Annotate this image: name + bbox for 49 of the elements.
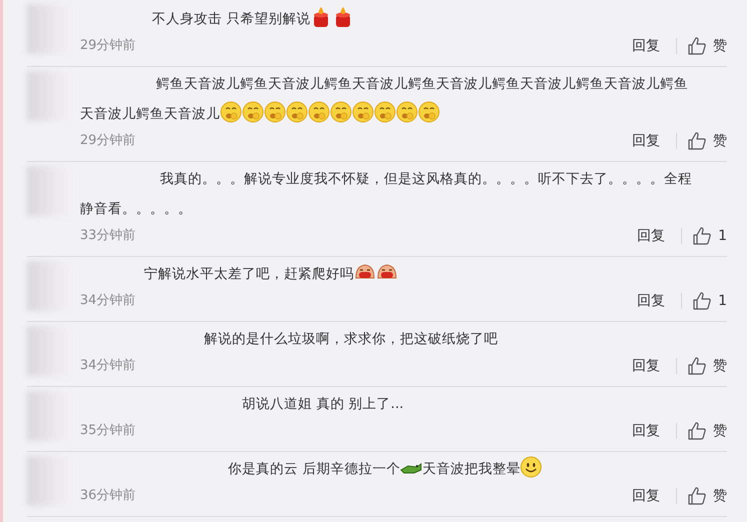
comment-text: 胡说八道姐 真的 别上了...: [242, 396, 404, 412]
yawning-face-icon: [330, 101, 352, 123]
comment-text: 你是真的云 后期辛德拉一个: [228, 461, 400, 477]
like-button[interactable]: 赞: [687, 420, 727, 442]
comment-time: 35分钟前: [80, 422, 136, 440]
comment-time: 36分钟前: [80, 487, 136, 506]
reply-link[interactable]: 回复: [632, 420, 660, 442]
thumbs-up-icon: [687, 36, 707, 56]
comment-time: 34分钟前: [80, 357, 136, 376]
reply-link[interactable]: 回复: [632, 36, 660, 56]
comment-time: 34分钟前: [80, 292, 136, 310]
like-button[interactable]: 赞: [687, 36, 727, 56]
yawning-face-icon: [220, 101, 242, 123]
comment-text: 天音波儿鳄鱼天音波儿: [80, 106, 220, 122]
yawning-face-icon: [264, 101, 286, 123]
like-button[interactable]: 赞: [687, 486, 727, 506]
yawning-face-icon: [396, 101, 418, 123]
yawning-face-icon: [352, 101, 374, 123]
comment-text: 鳄鱼天音波儿鳄鱼天音波儿鳄鱼天音波儿鳄鱼天音波儿鳄鱼天音波儿鳄鱼天音波儿鳄鱼: [156, 76, 688, 92]
thumbs-up-icon: [692, 291, 712, 311]
comment-text: 解说的是什么垃圾啊，求求你，把这破纸烧了吧: [204, 331, 498, 347]
like-button[interactable]: 1: [692, 290, 727, 312]
reply-link[interactable]: 回复: [637, 290, 666, 312]
thumbs-up-icon: [692, 226, 712, 246]
comment-text: 静音看。。。。。: [80, 201, 192, 217]
thumbs-up-icon: [687, 486, 707, 506]
thumbs-up-icon: [687, 131, 707, 151]
comment-text: 不人身攻击 只希望别解说: [152, 11, 310, 27]
comment-text: 我真的。。。解说专业度我不怀疑，但是这风格真的。。。。听不下去了。。。。全程: [160, 171, 692, 187]
like-button[interactable]: 赞: [687, 356, 727, 376]
reply-link[interactable]: 回复: [632, 486, 660, 506]
comment-text: 宁解说水平太差了吧，赶紧爬好吗: [144, 266, 354, 282]
thumbs-up-icon: [687, 356, 707, 376]
yawning-face-icon: [418, 101, 440, 123]
reply-link[interactable]: 回复: [632, 356, 660, 376]
comment-time: 29分钟前: [80, 132, 136, 150]
yawning-face-icon: [308, 101, 330, 123]
like-button[interactable]: 赞: [687, 130, 727, 152]
thumbs-up-icon: [687, 421, 707, 441]
like-button[interactable]: 1: [692, 226, 727, 246]
reply-link[interactable]: 回复: [637, 226, 666, 246]
yawning-face-icon: [242, 101, 264, 123]
comment-time: 33分钟前: [80, 227, 136, 246]
comment-time: 29分钟前: [80, 37, 136, 56]
reply-link[interactable]: 回复: [632, 130, 660, 152]
smiley-face-icon: [520, 456, 542, 478]
yawning-face-icon: [286, 101, 308, 123]
comment-text: 天音波把我整晕: [422, 461, 520, 477]
yawning-face-icon: [374, 101, 396, 123]
